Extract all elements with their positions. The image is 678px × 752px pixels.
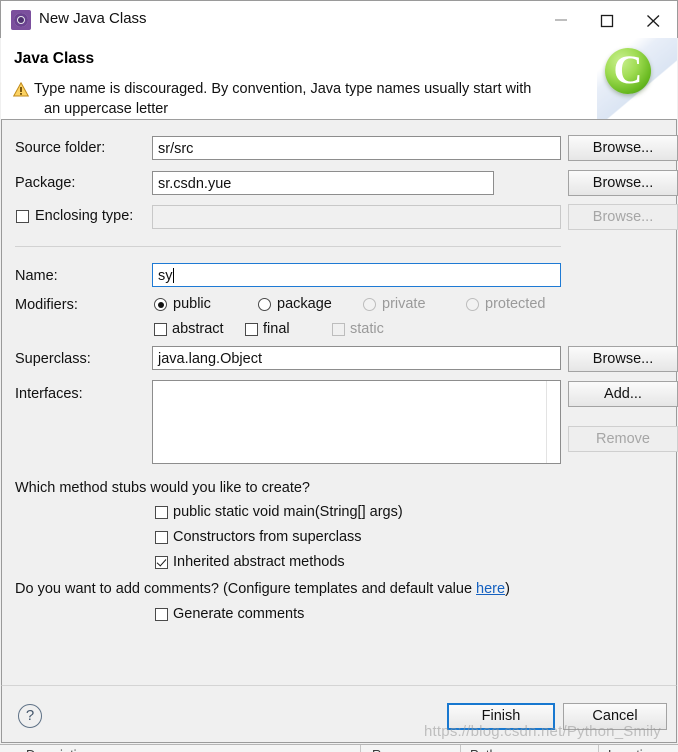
stub-checkbox-inherited-abstract[interactable]: [155, 556, 168, 569]
method-stubs-question: Which method stubs would you like to cre…: [15, 480, 310, 496]
package-label: Package:: [15, 175, 76, 191]
interfaces-remove-button: Remove: [568, 426, 678, 452]
modifier-radio-private: [363, 298, 376, 311]
close-icon: [647, 15, 660, 27]
dialog-header: Java Class Type name is discouraged. By …: [1, 38, 677, 120]
modifier-radio-public[interactable]: [154, 298, 167, 311]
title-bar: New Java Class: [0, 0, 678, 38]
minimize-button[interactable]: [539, 1, 585, 39]
interfaces-add-button[interactable]: Add...: [568, 381, 678, 407]
name-input-value: sy: [158, 268, 173, 284]
page-title: Java Class: [14, 50, 95, 67]
generate-comments-label: Generate comments: [173, 606, 305, 622]
stub-checkbox-main-method[interactable]: [155, 506, 168, 519]
source-folder-browse-button[interactable]: Browse...: [568, 135, 678, 161]
background-column-resource: R: [372, 747, 381, 752]
enclosing-type-checkbox[interactable]: [16, 210, 29, 223]
stub-checkbox-constructors[interactable]: [155, 531, 168, 544]
interfaces-list[interactable]: [152, 380, 561, 464]
status-message-line2: an uppercase letter: [44, 101, 169, 117]
green-c-logo: [597, 38, 677, 119]
new-java-class-dialog: New Java Class Java Class Type name is d…: [0, 0, 678, 752]
cancel-button[interactable]: Cancel: [563, 703, 667, 730]
name-input[interactable]: sy: [152, 263, 561, 287]
minimize-icon: [555, 19, 567, 21]
text-caret: [172, 268, 174, 283]
enclosing-type-browse-button: Browse...: [568, 204, 678, 230]
background-column-location: Location: [608, 747, 657, 752]
interfaces-scrollbar[interactable]: [546, 381, 560, 463]
background-column-description: Description: [26, 747, 91, 752]
background-column-path: Path: [470, 747, 497, 752]
enclosing-type-label: Enclosing type:: [35, 208, 134, 224]
source-folder-label: Source folder:: [15, 140, 106, 156]
modifier-checkbox-final[interactable]: [245, 323, 258, 336]
interfaces-label: Interfaces:: [15, 386, 83, 402]
modifier-checkbox-abstract[interactable]: [154, 323, 167, 336]
comments-question-prefix: Do you want to add comments? (Configure …: [15, 581, 477, 597]
warning-icon: [13, 82, 29, 97]
generate-comments-checkbox[interactable]: [155, 608, 168, 621]
comments-question: Do you want to add comments? (Configure …: [15, 581, 510, 597]
enclosing-type-input: [152, 205, 561, 229]
stub-label-inherited-abstract: Inherited abstract methods: [173, 554, 345, 570]
modifiers-label: Modifiers:: [15, 297, 78, 313]
section-divider: [15, 246, 561, 247]
modifier-radio-protected: [466, 298, 479, 311]
window-title: New Java Class: [39, 10, 147, 27]
comments-question-suffix: ): [505, 581, 510, 597]
modifier-label-final: final: [263, 321, 290, 337]
dialog-body: Source folder: sr/src Browse... Package:…: [1, 120, 678, 685]
modifier-radio-package[interactable]: [258, 298, 271, 311]
modifier-label-protected: protected: [485, 296, 546, 312]
modifier-label-public: public: [173, 296, 211, 312]
package-browse-button[interactable]: Browse...: [568, 170, 678, 196]
package-input[interactable]: sr.csdn.yue: [152, 171, 494, 195]
modifier-checkbox-static: [332, 323, 345, 336]
modifier-label-package: package: [277, 296, 332, 312]
maximize-button[interactable]: [585, 1, 631, 39]
superclass-label: Superclass:: [15, 351, 91, 367]
help-button[interactable]: ?: [18, 704, 42, 728]
configure-templates-link[interactable]: here: [476, 581, 505, 597]
name-label: Name:: [15, 268, 58, 284]
finish-button[interactable]: Finish: [447, 703, 555, 730]
background-table-header: Description R Path Location: [0, 744, 678, 752]
superclass-browse-button[interactable]: Browse...: [568, 346, 678, 372]
stub-label-main-method: public static void main(String[] args): [173, 504, 403, 520]
superclass-input[interactable]: java.lang.Object: [152, 346, 561, 370]
java-class-icon: [11, 10, 31, 30]
close-button[interactable]: [631, 1, 677, 39]
source-folder-input[interactable]: sr/src: [152, 136, 561, 160]
modifier-label-private: private: [382, 296, 426, 312]
status-message: Type name is discouraged. By convention,…: [34, 79, 594, 119]
status-message-line1: Type name is discouraged. By convention,…: [34, 81, 532, 97]
modifier-label-static: static: [350, 321, 384, 337]
modifier-label-abstract: abstract: [172, 321, 224, 337]
maximize-icon: [600, 14, 614, 28]
stub-label-constructors: Constructors from superclass: [173, 529, 362, 545]
